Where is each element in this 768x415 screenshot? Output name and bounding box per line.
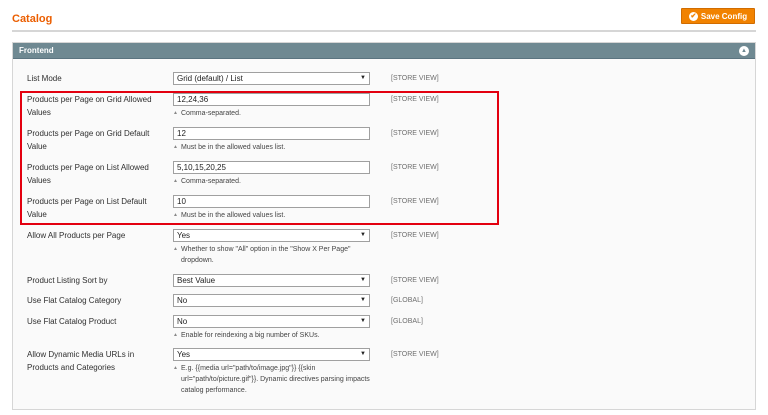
save-config-button[interactable]: ✔ Save Config <box>681 8 755 24</box>
note-arrow-icon: ▲ <box>173 332 178 338</box>
flat-product-select[interactable]: No ▼ <box>173 315 370 328</box>
scope-label: [STORE VIEW] <box>391 277 439 284</box>
field-label: Use Flat Catalog Product <box>27 317 117 326</box>
note-text: Whether to show "All" option in the "Sho… <box>181 246 351 264</box>
note-arrow-icon: ▲ <box>173 246 178 252</box>
title-divider <box>12 30 756 32</box>
select-value: No <box>177 317 188 326</box>
collapse-up-icon[interactable]: ▲ <box>739 46 749 56</box>
dropdown-arrow-icon: ▼ <box>360 277 366 283</box>
scope-label: [STORE VIEW] <box>391 232 439 239</box>
dropdown-arrow-icon: ▼ <box>360 318 366 324</box>
dropdown-arrow-icon: ▼ <box>360 351 366 357</box>
frontend-fieldset: Frontend ▲ List Mode Grid (default) / Li… <box>12 42 756 410</box>
field-note: ▲ E.g. {{media url="path/to/image.jpg"}}… <box>173 363 373 396</box>
field-note: ▲ Enable for reindexing a big number of … <box>173 330 373 341</box>
note-arrow-icon: ▲ <box>173 365 178 371</box>
select-value: Best Value <box>177 276 216 285</box>
flat-category-select[interactable]: No ▼ <box>173 294 370 307</box>
save-config-label: Save Config <box>700 11 748 21</box>
section-header[interactable]: Frontend ▲ <box>13 43 755 59</box>
section-title: Frontend <box>19 46 54 55</box>
highlight-box <box>20 91 499 225</box>
scope-label: [STORE VIEW] <box>391 75 439 82</box>
sort-by-select[interactable]: Best Value ▼ <box>173 274 370 287</box>
select-value: Yes <box>177 231 191 240</box>
field-note: ▲ Whether to show "All" option in the "S… <box>173 244 373 266</box>
scope-label: [STORE VIEW] <box>391 351 439 358</box>
dropdown-arrow-icon: ▼ <box>360 75 366 81</box>
scope-label: [GLOBAL] <box>391 297 423 304</box>
field-label: Allow Dynamic Media URLs in Products and… <box>27 350 135 372</box>
select-value: No <box>177 296 188 305</box>
select-value: Yes <box>177 350 191 359</box>
dynamic-media-select[interactable]: Yes ▼ <box>173 348 370 361</box>
allow-all-products-select[interactable]: Yes ▼ <box>173 229 370 242</box>
save-icon: ✔ <box>688 11 698 21</box>
field-label: Allow All Products per Page <box>27 231 126 240</box>
field-label: List Mode <box>27 74 62 83</box>
dropdown-arrow-icon: ▼ <box>360 297 366 303</box>
page-title: Catalog <box>12 13 53 25</box>
note-text: E.g. {{media url="path/to/image.jpg"}} {… <box>181 365 370 394</box>
scope-label: [GLOBAL] <box>391 318 423 325</box>
field-label: Product Listing Sort by <box>27 276 108 285</box>
dropdown-arrow-icon: ▼ <box>360 232 366 238</box>
field-label: Use Flat Catalog Category <box>27 296 122 305</box>
note-text: Enable for reindexing a big number of SK… <box>181 332 320 339</box>
list-mode-select[interactable]: Grid (default) / List ▼ <box>173 72 370 85</box>
select-value: Grid (default) / List <box>177 74 243 83</box>
